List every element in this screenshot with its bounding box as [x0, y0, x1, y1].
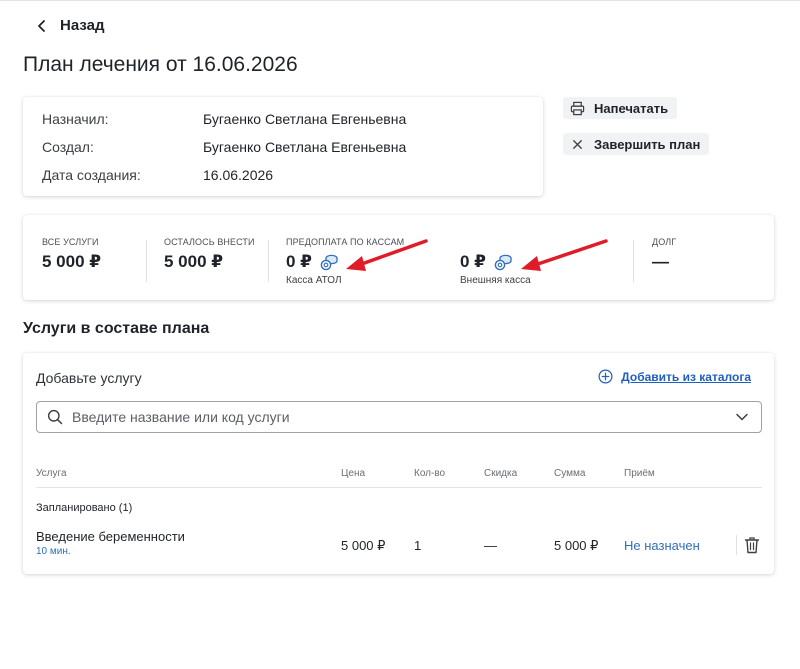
- back-label: Назад: [60, 17, 105, 34]
- service-price: 5 000 ₽: [341, 538, 386, 553]
- service-search-input[interactable]: [72, 409, 735, 425]
- add-service-label: Добавьте услугу: [36, 370, 142, 386]
- print-label: Напечатать: [594, 100, 669, 116]
- column-header-sum: Сумма: [554, 468, 586, 479]
- plan-info-card: Назначил: Бугаенко Светлана Евгеньевна С…: [23, 97, 543, 196]
- info-label: Создал:: [42, 139, 94, 155]
- stat-value: —: [652, 252, 669, 271]
- stat-value: 0 ₽: [460, 252, 487, 271]
- appointment-status[interactable]: Не назначен: [624, 538, 700, 553]
- print-button[interactable]: Напечатать: [563, 97, 678, 119]
- stat-caption: ДОЛГ: [652, 237, 677, 247]
- arrow-annotation-1: [346, 239, 428, 271]
- column-header-qty: Кол-во: [414, 468, 446, 479]
- stat-divider: [268, 240, 269, 282]
- stat-value: 0 ₽: [286, 252, 313, 271]
- service-qty: 1: [414, 538, 422, 553]
- register-name: Внешняя касса: [460, 275, 531, 286]
- search-icon: [47, 409, 63, 425]
- page-title: План лечения от 16.06.2026: [23, 53, 298, 76]
- service-discount: —: [484, 538, 497, 553]
- finish-plan-label: Завершить план: [594, 136, 701, 152]
- service-duration: 10 мин.: [36, 546, 71, 557]
- plus-circle-icon: [598, 369, 613, 384]
- column-header-price: Цена: [341, 468, 366, 479]
- chevron-left-icon: [38, 19, 45, 32]
- add-from-catalog-link[interactable]: Добавить из каталога: [598, 369, 751, 384]
- column-header-service: Услуга: [36, 468, 67, 479]
- services-card: Добавьте услугу Добавить из каталога Усл…: [23, 353, 774, 574]
- info-value: 16.06.2026: [203, 167, 274, 183]
- back-button[interactable]: Назад: [36, 17, 104, 34]
- coins-icon[interactable]: [493, 252, 513, 272]
- service-name: Введение беременности: [36, 529, 185, 544]
- stat-caption: ОСТАЛОСЬ ВНЕСТИ: [164, 237, 255, 247]
- info-value: Бугаенко Светлана Евгеньевна: [203, 111, 407, 127]
- header-divider: [36, 487, 762, 488]
- coins-icon[interactable]: [319, 252, 339, 272]
- trash-icon[interactable]: [744, 536, 760, 554]
- group-label-planned: Запланировано (1): [36, 502, 133, 514]
- info-value: Бугаенко Светлана Евгеньевна: [203, 139, 407, 155]
- service-search[interactable]: [36, 401, 762, 433]
- column-header-discount: Скидка: [484, 468, 518, 479]
- stat-divider: [146, 240, 147, 282]
- column-header-appointment: Приём: [624, 468, 655, 479]
- printer-icon: [570, 101, 585, 115]
- top-divider: [0, 0, 800, 1]
- chevron-down-icon[interactable]: [735, 410, 749, 424]
- stat-value: 5 000 ₽: [42, 252, 102, 271]
- finish-plan-button[interactable]: Завершить план: [563, 133, 710, 155]
- stat-divider: [633, 240, 634, 282]
- stat-caption: ВСЕ УСЛУГИ: [42, 237, 99, 247]
- stat-value: 5 000 ₽: [164, 252, 224, 271]
- row-divider: [736, 535, 737, 555]
- add-from-catalog-label: Добавить из каталога: [621, 369, 751, 384]
- service-sum: 5 000 ₽: [554, 538, 599, 553]
- services-section-title: Услуги в составе плана: [23, 320, 210, 337]
- info-label: Назначил:: [42, 111, 109, 127]
- arrow-annotation-2: [521, 239, 608, 271]
- register-name: Касса АТОЛ: [286, 275, 342, 286]
- close-icon: [573, 139, 582, 149]
- info-label: Дата создания:: [42, 167, 141, 183]
